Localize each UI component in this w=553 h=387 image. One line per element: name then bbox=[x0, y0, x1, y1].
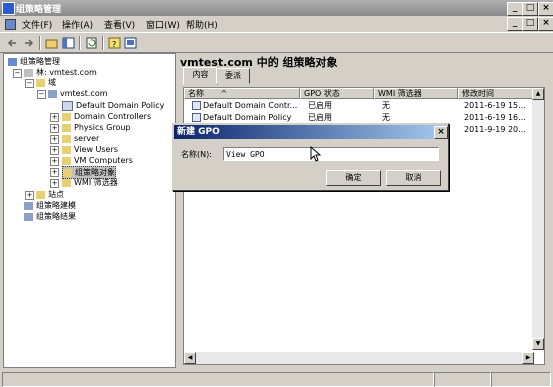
tree-item-view-users[interactable]: View Users bbox=[62, 144, 118, 155]
menu-window[interactable]: 窗口(W) bbox=[146, 18, 180, 31]
results-icon bbox=[24, 212, 33, 221]
mdi-restore-button[interactable]: □ bbox=[522, 17, 538, 31]
dialog-title-bar[interactable]: 新建 GPO bbox=[174, 125, 447, 139]
properties-icon[interactable] bbox=[124, 37, 137, 49]
menu-view[interactable]: 查看(V) bbox=[104, 18, 135, 31]
wmi-folder-icon bbox=[62, 178, 71, 187]
tab-contents[interactable]: 内容 bbox=[183, 67, 218, 85]
mdi-minimize-button[interactable]: _ bbox=[507, 17, 523, 31]
console-tree-icon[interactable] bbox=[62, 37, 75, 49]
tree-item-gp-modeling[interactable]: 组策略建模 bbox=[24, 200, 76, 211]
tree-item-server[interactable]: server bbox=[62, 133, 99, 144]
domain-icon bbox=[48, 89, 57, 98]
maximize-button[interactable]: □ bbox=[522, 2, 538, 16]
dialog-close-button[interactable]: × bbox=[434, 126, 448, 139]
name-label: 名称(N): bbox=[181, 150, 212, 159]
tree-item-physics-group[interactable]: Physics Group bbox=[62, 122, 130, 133]
ou-icon bbox=[62, 145, 71, 154]
window-title-bar[interactable]: 组策略管理 _ □ × bbox=[0, 0, 553, 16]
gpmc-app-icon bbox=[2, 2, 15, 15]
menu-action[interactable]: 操作(A) bbox=[62, 18, 93, 31]
column-header-gpo-status[interactable]: GPO 状态 bbox=[300, 88, 374, 99]
expand-icon[interactable]: + bbox=[50, 124, 59, 133]
sort-ascending-icon: ^ bbox=[220, 89, 228, 98]
tree-item-gpmc-root[interactable]: 组策略管理 bbox=[8, 56, 60, 67]
tree-item-gp-results[interactable]: 组策略结果 bbox=[24, 211, 76, 222]
menu-file[interactable]: 文件(F) bbox=[22, 18, 52, 31]
gpo-link-icon bbox=[62, 100, 73, 111]
tree-item-domain-controllers[interactable]: Domain Controllers bbox=[62, 111, 151, 122]
window-title: 组策略管理 bbox=[16, 5, 62, 15]
mouse-cursor-icon bbox=[310, 146, 322, 162]
sites-folder-icon bbox=[36, 190, 45, 199]
scroll-right-icon[interactable]: ▶ bbox=[522, 352, 534, 364]
tree-item-sites[interactable]: 站点 bbox=[36, 189, 64, 200]
menu-help[interactable]: 帮助(H) bbox=[186, 18, 218, 31]
back-arrow-icon[interactable] bbox=[6, 37, 19, 49]
console-tree: 组策略管理 − 林: vmtest.com − 域 − vmtest.com D… bbox=[3, 53, 176, 368]
status-bar bbox=[0, 370, 553, 387]
status-pane-main bbox=[2, 372, 434, 387]
scroll-up-icon[interactable]: ▲ bbox=[532, 88, 544, 100]
tree-item-forest[interactable]: 林: vmtest.com bbox=[24, 67, 97, 78]
refresh-icon[interactable] bbox=[85, 37, 98, 49]
expand-icon[interactable]: + bbox=[50, 113, 59, 122]
mdi-close-button[interactable]: × bbox=[538, 17, 553, 31]
expand-icon[interactable]: + bbox=[50, 179, 59, 188]
gpo-icon bbox=[192, 101, 202, 112]
scroll-left-icon[interactable]: ◀ bbox=[184, 352, 196, 364]
dialog-title: 新建 GPO bbox=[177, 127, 220, 137]
column-header-modified[interactable]: 修改时间 bbox=[458, 88, 534, 99]
collapse-icon[interactable]: − bbox=[13, 69, 22, 78]
expand-icon[interactable]: + bbox=[50, 135, 59, 144]
help-icon[interactable]: ? bbox=[108, 37, 121, 49]
cancel-button[interactable]: 取消 bbox=[386, 170, 441, 186]
status-pane-3 bbox=[491, 372, 551, 387]
gpo-name-input[interactable] bbox=[223, 147, 439, 161]
domains-folder-icon bbox=[36, 78, 45, 87]
ou-icon bbox=[62, 156, 71, 165]
gpo-folder-icon bbox=[63, 168, 72, 177]
console-menu-icon[interactable] bbox=[5, 19, 16, 30]
ou-icon bbox=[62, 112, 71, 121]
menu-bar: 文件(F) 操作(A) 查看(V) 窗口(W) 帮助(H) _ □ × bbox=[0, 16, 553, 31]
close-window-button[interactable]: × bbox=[538, 2, 553, 16]
minimize-button[interactable]: _ bbox=[507, 2, 523, 16]
forward-arrow-icon[interactable] bbox=[22, 37, 35, 49]
collapse-icon[interactable]: − bbox=[25, 79, 34, 88]
expand-icon[interactable]: + bbox=[25, 191, 34, 200]
tree-item-default-domain-policy[interactable]: Default Domain Policy bbox=[62, 100, 164, 111]
horizontal-scrollbar[interactable]: ◀ ▶ bbox=[184, 352, 534, 364]
expand-icon[interactable]: + bbox=[50, 168, 59, 177]
ou-icon bbox=[62, 123, 71, 132]
tree-item-vm-computers[interactable]: VM Computers bbox=[62, 155, 133, 166]
ou-icon bbox=[62, 134, 71, 143]
tree-item-wmi-filters[interactable]: WMI 筛选器 bbox=[62, 177, 118, 188]
tree-item-vmtest-domain[interactable]: vmtest.com bbox=[48, 88, 108, 99]
forest-icon bbox=[24, 68, 33, 77]
column-header-wmi-filter[interactable]: WMI 筛选器 bbox=[374, 88, 458, 99]
modeling-icon bbox=[24, 201, 33, 210]
vertical-scrollbar[interactable]: ▲ ▼ bbox=[532, 88, 544, 350]
expand-icon[interactable]: + bbox=[50, 157, 59, 166]
tree-item-domains[interactable]: 域 bbox=[36, 77, 56, 88]
svg-text:?: ? bbox=[112, 40, 116, 49]
toolbar: ? bbox=[0, 32, 553, 53]
tab-delegation[interactable]: 委派 bbox=[216, 68, 250, 84]
up-folder-icon[interactable] bbox=[45, 37, 58, 49]
expand-icon[interactable]: + bbox=[50, 146, 59, 155]
column-header-name[interactable]: 名称 ^ bbox=[184, 88, 300, 99]
collapse-icon[interactable]: − bbox=[37, 90, 46, 99]
status-pane-2 bbox=[434, 372, 491, 387]
gpmc-icon bbox=[8, 57, 17, 66]
scroll-down-icon[interactable]: ▼ bbox=[532, 338, 544, 350]
ok-button[interactable]: 确定 bbox=[326, 170, 381, 186]
